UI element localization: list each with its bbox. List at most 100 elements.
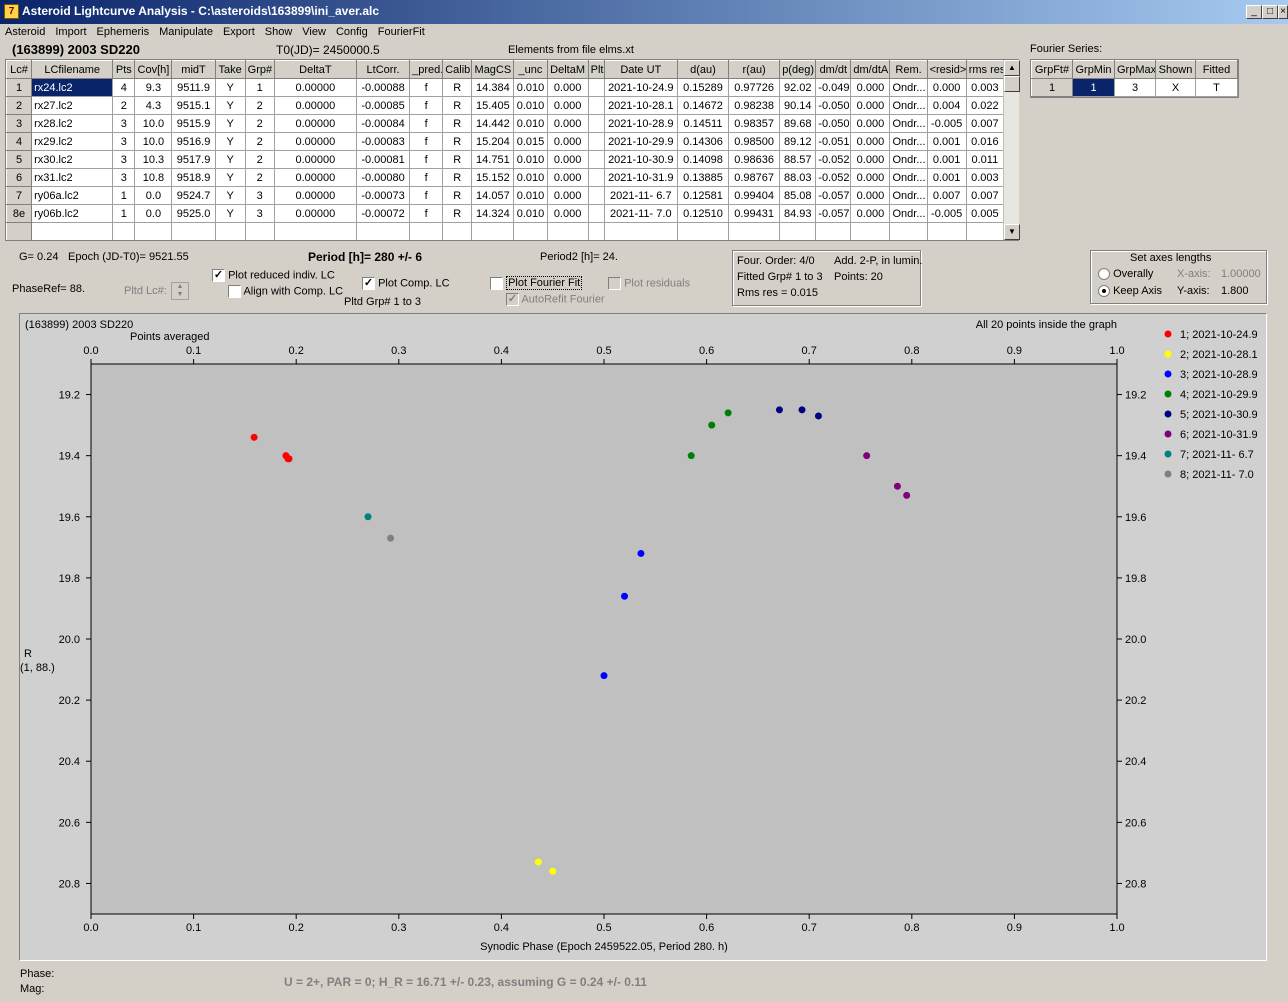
table-cell[interactable]: 0.000	[546, 78, 589, 97]
table-cell[interactable]: 2021-10-24.9	[603, 78, 678, 97]
table-row[interactable]: 8e ry06b.lc2 1 0.0 9525.0 Y 3 0.00000 -0.00072 f R…	[6, 204, 1005, 223]
lc-col-header[interactable]: dm/dt	[815, 60, 852, 79]
table-cell[interactable]: 0.007	[926, 186, 967, 205]
table-cell[interactable]: 0.016	[965, 132, 1005, 151]
table-cell[interactable]	[965, 222, 1005, 240]
table-cell[interactable]: 2021-10-28.1	[603, 96, 678, 115]
menu-config[interactable]: Config	[331, 24, 373, 38]
row-header[interactable]: 8e	[6, 204, 33, 223]
menu-asteroid[interactable]: Asteroid	[0, 24, 50, 38]
table-cell[interactable]: 10.0	[134, 132, 173, 151]
table-cell[interactable]	[676, 222, 730, 240]
table-cell[interactable]: Y	[214, 204, 246, 223]
table-cell[interactable]: 0.98767	[728, 168, 781, 187]
minimize-icon[interactable]: _	[1246, 5, 1262, 19]
lc-col-header[interactable]: r(au)	[728, 60, 781, 79]
table-cell[interactable]: -0.051	[815, 132, 852, 151]
table-cell[interactable]: 0.00000	[273, 132, 357, 151]
table-cell[interactable]	[171, 222, 216, 240]
table-cell[interactable]: Ondr...	[889, 150, 928, 169]
table-cell[interactable]: 0.010	[513, 114, 548, 133]
table-cell[interactable]: 9516.9	[171, 132, 216, 151]
table-cell[interactable]: f	[409, 204, 444, 223]
table-cell[interactable]: Y	[214, 168, 246, 187]
plot-residuals-checkbox[interactable]: Plot residuals	[608, 277, 690, 290]
table-cell[interactable]: R	[442, 132, 473, 151]
table-cell[interactable]: 9517.9	[171, 150, 216, 169]
maximize-icon[interactable]: □	[1262, 5, 1278, 19]
table-cell[interactable]: 1	[112, 204, 136, 223]
fourier-col-header[interactable]: Shown	[1155, 60, 1196, 79]
table-cell[interactable]: 0.001	[926, 150, 967, 169]
table-cell[interactable]: 3	[244, 204, 275, 223]
table-cell[interactable]: rx30.lc2	[31, 150, 114, 169]
table-cell[interactable]: ry06a.lc2	[31, 186, 114, 205]
table-cell[interactable]: -0.00084	[355, 114, 411, 133]
row-header[interactable]: 6	[6, 168, 33, 187]
table-cell[interactable]: R	[442, 114, 473, 133]
menu-fourierfit[interactable]: FourierFit	[373, 24, 430, 38]
table-row[interactable]: 4 rx29.lc2 3 10.0 9516.9 Y 2 0.00000 -0.00083 f R 1…	[6, 132, 1005, 151]
lc-col-header[interactable]: Date UT	[603, 60, 678, 79]
lc-col-header[interactable]: _pred.	[409, 60, 444, 79]
table-cell[interactable]: -0.00085	[355, 96, 411, 115]
table-cell[interactable]: ry06b.lc2	[31, 204, 114, 223]
scroll-thumb[interactable]	[1004, 76, 1020, 92]
table-cell[interactable]: 0.011	[965, 150, 1005, 169]
table-cell[interactable]	[244, 222, 275, 240]
table-cell[interactable]: 3	[244, 186, 275, 205]
table-cell[interactable]: 0.14511	[676, 114, 730, 133]
table-cell[interactable]: 9518.9	[171, 168, 216, 187]
table-cell[interactable]: 0.14098	[676, 150, 730, 169]
table-cell[interactable]: 0.15289	[676, 78, 730, 97]
lc-col-header[interactable]: LCfilename	[31, 60, 114, 79]
lc-col-header[interactable]: LtCorr.	[355, 60, 411, 79]
table-cell[interactable]: 0.000	[850, 186, 891, 205]
table-cell[interactable]: 0.12510	[676, 204, 730, 223]
table-cell[interactable]	[355, 222, 411, 240]
table-cell[interactable]: Y	[214, 78, 246, 97]
table-cell[interactable]: -0.00088	[355, 78, 411, 97]
table-cell[interactable]: 9525.0	[171, 204, 216, 223]
table-cell[interactable]: 2021-10-29.9	[603, 132, 678, 151]
table-cell[interactable]: Y	[214, 114, 246, 133]
table-cell[interactable]: 0.000	[546, 204, 589, 223]
lc-col-header[interactable]: Plt	[587, 60, 605, 79]
lightcurve-chart[interactable]: 0.0 0.0 0.1 0.1 0.2 0.2 0.3 0.3 0.4 0.4 0.5 0.5 0.6 0…	[20, 314, 1266, 960]
table-cell[interactable]	[31, 222, 114, 240]
table-cell[interactable]: 4	[112, 78, 136, 97]
table-cell[interactable]: 0.000	[546, 132, 589, 151]
fourier-col-header[interactable]: GrpMin	[1072, 60, 1115, 79]
table-cell[interactable]	[471, 222, 515, 240]
table-cell[interactable]: -0.057	[815, 204, 852, 223]
fourier-cell[interactable]: T	[1195, 78, 1238, 97]
table-cell[interactable]: 2	[112, 96, 136, 115]
table-cell[interactable]: 0.000	[926, 78, 967, 97]
table-cell[interactable]: 0.005	[965, 204, 1005, 223]
row-header[interactable]: 4	[6, 132, 33, 151]
lc-col-header[interactable]: DeltaT	[273, 60, 357, 79]
table-cell[interactable]: 0.00000	[273, 186, 357, 205]
row-header[interactable]: 7	[6, 186, 33, 205]
row-header[interactable]: 2	[6, 96, 33, 115]
table-cell[interactable]: -0.052	[815, 168, 852, 187]
table-cell[interactable]: -0.050	[815, 96, 852, 115]
table-cell[interactable]: 2	[244, 132, 275, 151]
table-cell[interactable]: f	[409, 186, 444, 205]
plot-comp-checkbox[interactable]: ✓ Plot Comp. LC	[362, 277, 450, 290]
table-cell[interactable]	[6, 222, 33, 240]
table-cell[interactable]: 2	[244, 96, 275, 115]
table-cell[interactable]: 85.08	[779, 186, 817, 205]
table-cell[interactable]: 0.000	[546, 150, 589, 169]
table-cell[interactable]: 0.98636	[728, 150, 781, 169]
lc-col-header[interactable]: dm/dtA	[850, 60, 891, 79]
table-cell[interactable]: 0.00000	[273, 204, 357, 223]
pltd-lc-spinner[interactable]: ▲ ▼	[171, 282, 189, 300]
table-cell[interactable]: 0.001	[926, 168, 967, 187]
table-cell[interactable]: 0.000	[850, 114, 891, 133]
table-cell[interactable]: R	[442, 150, 473, 169]
table-cell[interactable]: f	[409, 96, 444, 115]
table-cell[interactable]: 4.3	[134, 96, 173, 115]
table-cell[interactable]: Ondr...	[889, 204, 928, 223]
table-cell[interactable]: 0.97726	[728, 78, 781, 97]
